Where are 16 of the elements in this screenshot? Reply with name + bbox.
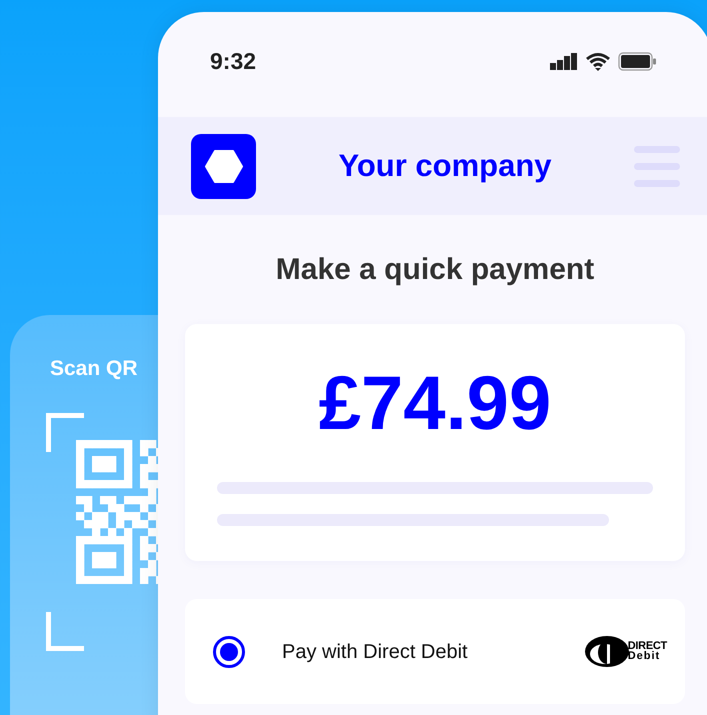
scan-frame-icon bbox=[46, 413, 86, 651]
company-name: Your company bbox=[337, 146, 553, 185]
hexagon-icon bbox=[204, 150, 242, 182]
status-time: 9:32 bbox=[210, 47, 256, 76]
logo-text: Debit bbox=[628, 652, 662, 662]
radio-button[interactable] bbox=[213, 636, 245, 668]
option-label: Pay with Direct Debit bbox=[282, 640, 469, 664]
battery-icon bbox=[618, 52, 657, 71]
signal-icon bbox=[550, 53, 578, 70]
payment-option[interactable]: Pay with Direct Debit DIRECT Debit bbox=[185, 599, 685, 704]
payment-amount: £74.99 bbox=[318, 366, 552, 442]
scan-title: Scan QR bbox=[50, 356, 138, 382]
logo-text: DIRECT bbox=[628, 642, 667, 652]
page-title: Make a quick payment bbox=[274, 252, 596, 288]
wifi-icon bbox=[586, 52, 610, 71]
direct-debit-mark-icon bbox=[584, 635, 630, 668]
